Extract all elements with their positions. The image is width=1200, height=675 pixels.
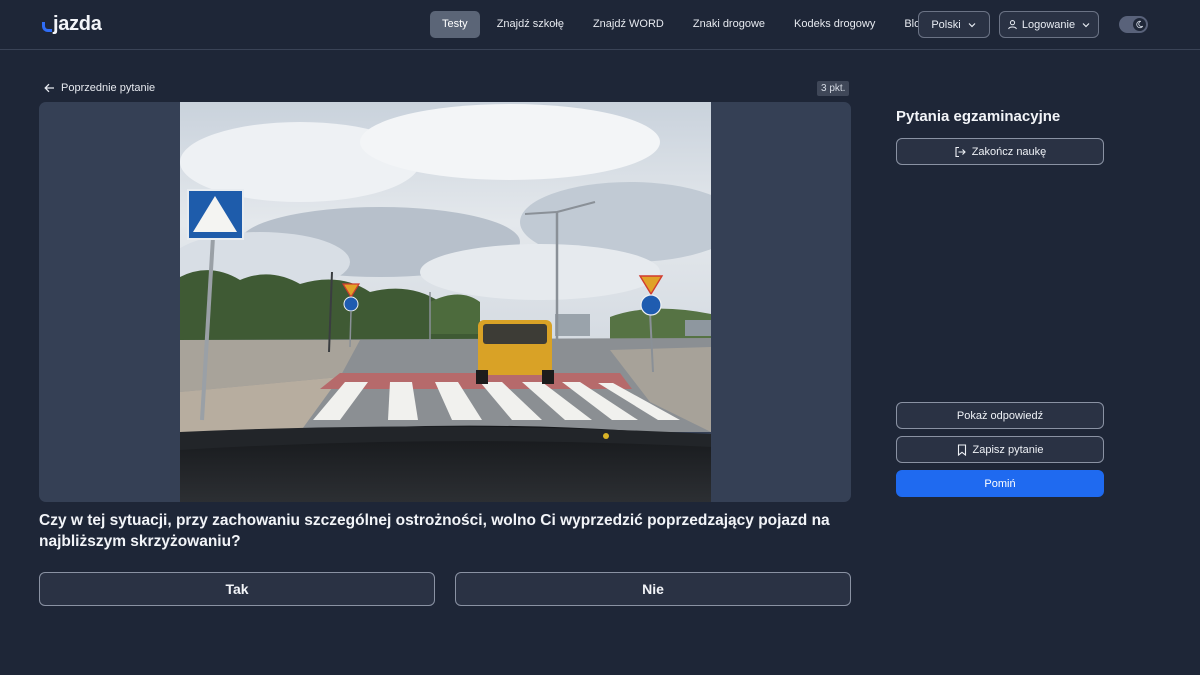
language-select[interactable]: Polski	[918, 11, 990, 38]
moon-icon	[1136, 20, 1144, 29]
toggle-knob	[1133, 18, 1146, 31]
login-button[interactable]: Logowanie	[999, 11, 1099, 38]
nav-item-find-school[interactable]: Znajdź szkołę	[485, 11, 576, 38]
finish-learning-label: Zakończ naukę	[971, 145, 1047, 158]
question-media-panel	[39, 102, 851, 502]
chevron-down-icon	[1082, 22, 1090, 27]
logo-mark-icon	[42, 22, 52, 32]
login-label: Logowanie	[1021, 18, 1076, 31]
user-icon	[1008, 20, 1017, 30]
bookmark-icon	[957, 443, 966, 456]
answer-yes-button[interactable]: Tak	[39, 572, 435, 606]
question-photo	[180, 102, 711, 502]
logo-text: jazda	[53, 12, 102, 35]
chevron-down-icon	[968, 22, 976, 27]
nav-item-road-code[interactable]: Kodeks drogowy	[782, 11, 887, 38]
previous-question-label: Poprzednie pytanie	[61, 82, 156, 94]
skip-button[interactable]: Pomiń	[896, 470, 1104, 497]
question-text: Czy w tej sytuacji, przy zachowaniu szcz…	[39, 512, 830, 550]
logout-icon	[955, 146, 966, 157]
theme-toggle[interactable]	[1119, 16, 1148, 33]
nav-item-road-signs[interactable]: Znaki drogowe	[681, 11, 777, 38]
arrow-left-icon	[44, 83, 54, 93]
save-question-button[interactable]: Zapisz pytanie	[896, 436, 1104, 463]
language-label: Polski	[931, 18, 961, 31]
logo[interactable]: jazda	[42, 10, 102, 38]
finish-learning-button[interactable]: Zakończ naukę	[896, 138, 1104, 165]
nav-item-find-word[interactable]: Znajdź WORD	[581, 11, 676, 38]
top-navbar: jazda Testy Znajdź szkołę Znajdź WORD Zn…	[0, 0, 1200, 50]
previous-question-link[interactable]: Poprzednie pytanie	[44, 80, 155, 96]
answer-no-button[interactable]: Nie	[455, 572, 851, 606]
nav-item-tests[interactable]: Testy	[430, 11, 480, 38]
points-badge: 3 pkt.	[817, 81, 850, 96]
sidebar-title: Pytania egzaminacyjne	[896, 108, 1061, 125]
save-question-label: Zapisz pytanie	[972, 443, 1044, 456]
show-answer-button[interactable]: Pokaż odpowiedź	[896, 402, 1104, 429]
main-nav: Testy Znajdź szkołę Znajdź WORD Znaki dr…	[430, 11, 943, 38]
